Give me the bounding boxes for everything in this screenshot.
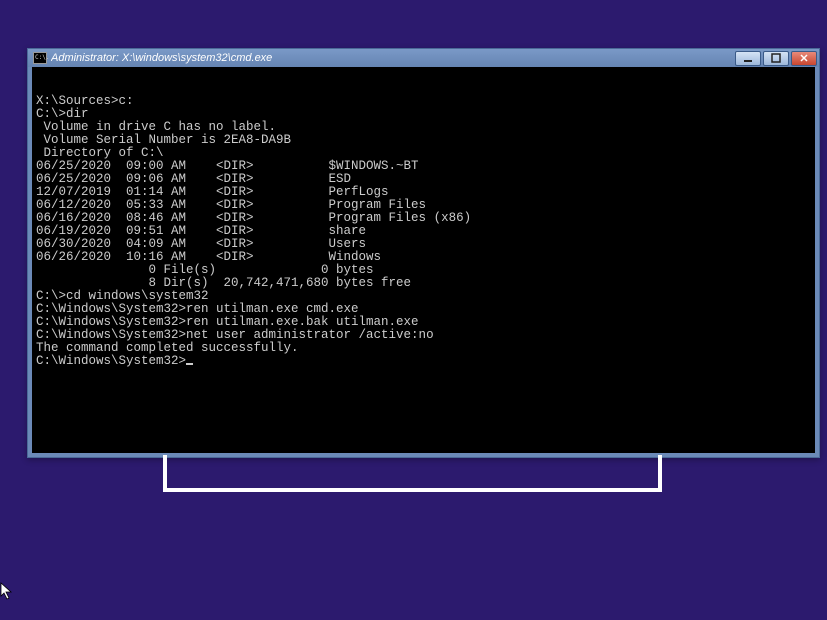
minimize-icon (743, 53, 753, 63)
cmd-icon: C:\. (33, 52, 47, 64)
terminal-output[interactable]: X:\Sources>c:C:\>dir Volume in drive C h… (32, 67, 815, 453)
cmd-window: C:\. Administrator: X:\windows\system32\… (27, 48, 820, 458)
window-controls (735, 51, 817, 66)
maximize-icon (771, 53, 781, 63)
maximize-button[interactable] (763, 51, 789, 66)
annotation-bracket (163, 455, 662, 492)
close-icon (799, 53, 809, 63)
minimize-button[interactable] (735, 51, 761, 66)
terminal-line: X:\Sources>c: (36, 95, 811, 108)
titlebar[interactable]: C:\. Administrator: X:\windows\system32\… (28, 49, 819, 67)
cursor (186, 363, 193, 365)
close-button[interactable] (791, 51, 817, 66)
mouse-cursor-icon (0, 582, 14, 600)
window-title: Administrator: X:\windows\system32\cmd.e… (51, 52, 735, 64)
prompt: C:\Windows\System32> (36, 354, 186, 368)
